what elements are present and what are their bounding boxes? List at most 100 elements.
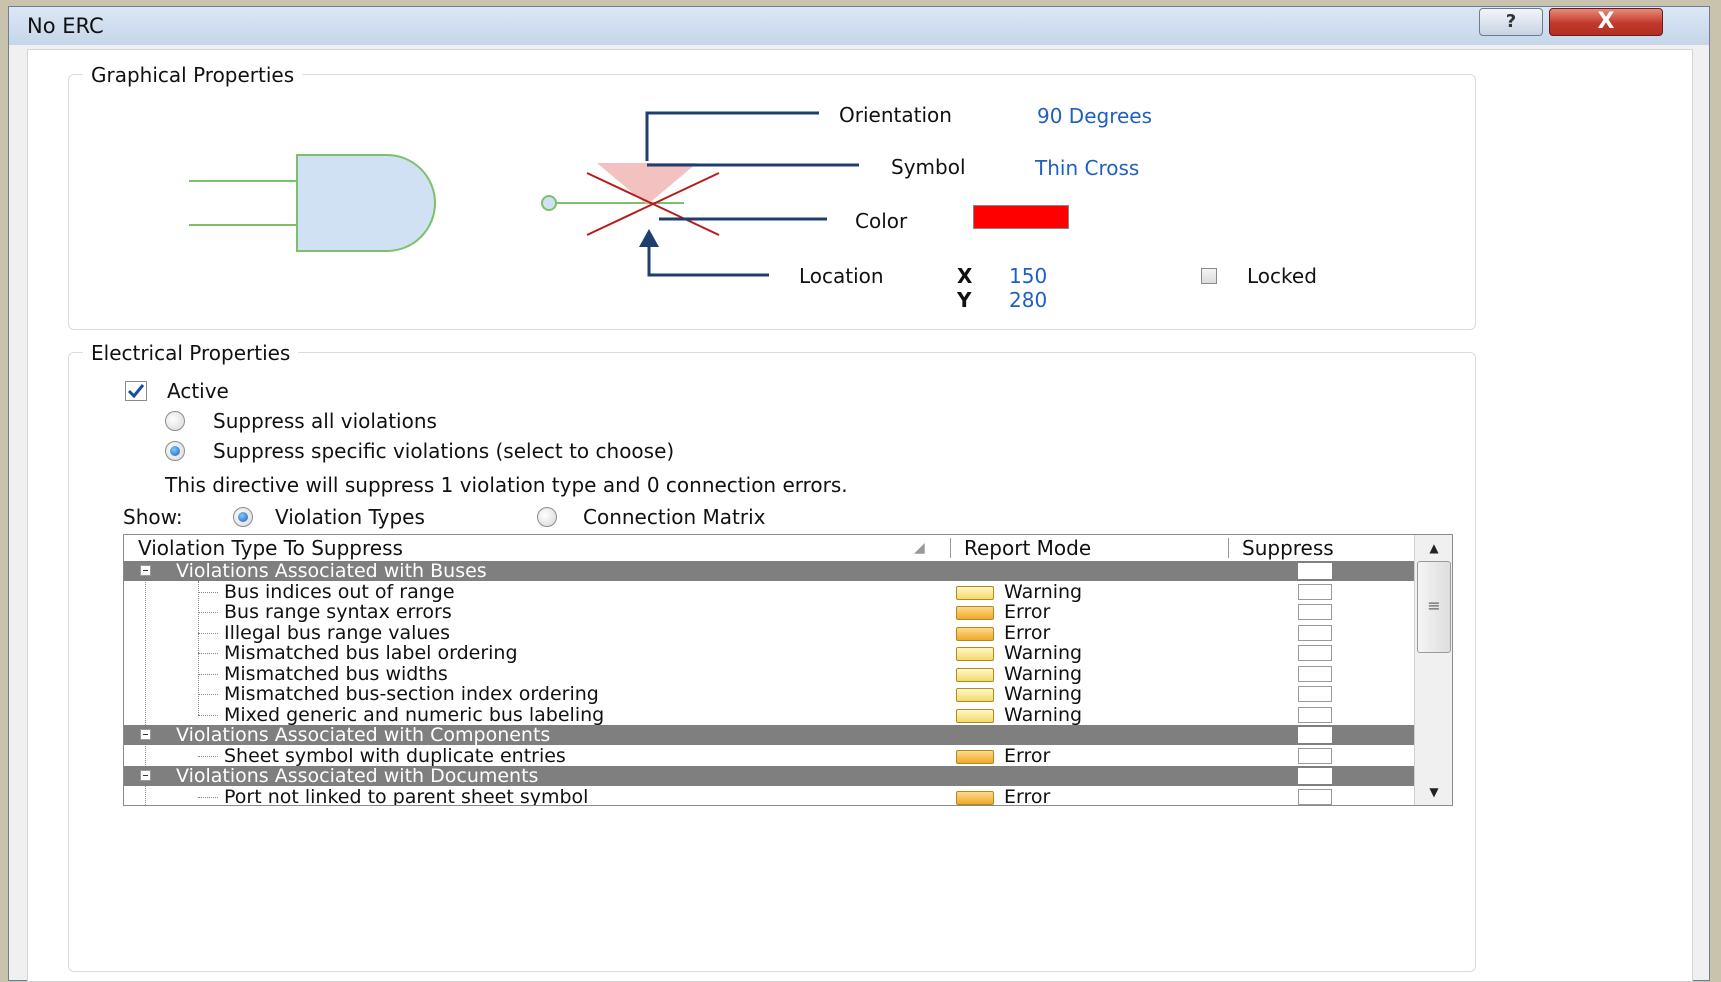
violation-type-label: Bus indices out of range — [224, 580, 455, 603]
suppress-checkbox[interactable] — [1298, 686, 1332, 702]
column-header-suppress[interactable]: Suppress — [1242, 535, 1334, 561]
group-suppress-checkbox[interactable] — [1298, 768, 1332, 784]
window-title: No ERC — [27, 14, 104, 38]
violation-row[interactable]: Mixed generic and numeric bus labeling Wa… — [124, 705, 1414, 725]
folder-icon — [956, 647, 994, 661]
column-header-violation-type[interactable]: Violation Type To Suppress — [138, 535, 403, 561]
locked-checkbox[interactable] — [1201, 268, 1217, 284]
location-y-value[interactable]: 280 — [1009, 288, 1047, 312]
suppress-checkbox[interactable] — [1298, 624, 1332, 641]
checkmark-icon — [127, 384, 145, 399]
show-violation-types-radio[interactable] — [233, 507, 253, 527]
folder-icon — [956, 749, 994, 764]
violation-type-label: Mismatched bus widths — [224, 662, 448, 685]
folder-icon — [956, 585, 994, 600]
report-mode-value[interactable]: Warning — [1004, 684, 1082, 704]
scroll-thumb[interactable]: ≡ — [1417, 561, 1451, 653]
violation-row[interactable]: Bus indices out of range Warning — [124, 582, 1414, 602]
folder-icon — [956, 606, 994, 620]
violation-row[interactable]: Mismatched bus label ordering Warning — [124, 643, 1414, 663]
violation-type-label: Mismatched bus label ordering — [224, 642, 518, 664]
color-label: Color — [855, 209, 908, 233]
group-label: Violations Associated with Documents — [176, 765, 539, 787]
suppress-all-radio[interactable] — [165, 411, 185, 431]
violation-group-row[interactable]: Violations Associated with Components — [124, 725, 1414, 745]
color-swatch[interactable] — [973, 205, 1069, 229]
no-erc-diagram — [189, 111, 859, 277]
show-violation-types-label: Violation Types — [275, 505, 425, 529]
suppress-checkbox[interactable] — [1298, 645, 1332, 661]
collapse-icon[interactable] — [140, 565, 151, 576]
orientation-label: Orientation — [839, 103, 952, 127]
report-mode-value[interactable]: Error — [1004, 602, 1050, 622]
symbol-label: Symbol — [891, 155, 966, 179]
electrical-properties-title: Electrical Properties — [83, 341, 299, 365]
violation-row[interactable]: Bus range syntax errors Error — [124, 602, 1414, 622]
violation-type-label: Illegal bus range values — [224, 621, 450, 644]
vertical-scrollbar[interactable]: ▲ ≡ ▼ — [1414, 535, 1452, 805]
active-checkbox[interactable] — [125, 381, 147, 401]
report-mode-value[interactable]: Warning — [1004, 664, 1082, 684]
active-label: Active — [167, 379, 229, 403]
table-header: Violation Type To Suppress ◢ Report Mode… — [124, 535, 1414, 562]
dialog-window: No ERC ? X Graphical Properties Orientat… — [8, 6, 1710, 982]
column-header-report-mode[interactable]: Report Mode — [964, 535, 1091, 561]
show-connection-matrix-label: Connection Matrix — [583, 505, 766, 529]
scroll-up-icon[interactable]: ▲ — [1415, 535, 1452, 561]
help-button[interactable]: ? — [1479, 8, 1543, 36]
group-suppress-checkbox[interactable] — [1298, 727, 1332, 743]
violation-group-row[interactable]: Violations Associated with Documents — [124, 766, 1414, 786]
title-bar[interactable]: No ERC ? X — [9, 7, 1709, 45]
violation-type-label: Bus range syntax errors — [224, 601, 452, 623]
violation-type-label: Mixed generic and numeric bus labeling — [224, 703, 605, 726]
suppress-all-label: Suppress all violations — [213, 409, 437, 433]
group-label: Violations Associated with Components — [176, 724, 551, 746]
violation-group-row[interactable]: Violations Associated with Buses — [124, 561, 1414, 581]
folder-icon — [956, 667, 994, 682]
report-mode-value[interactable]: Warning — [1004, 643, 1082, 663]
folder-icon — [956, 708, 994, 723]
folder-icon — [956, 688, 994, 702]
graphical-properties-group: Graphical Properties Orientation 90 Degr… — [68, 63, 1476, 330]
report-mode-value[interactable]: Error — [1004, 623, 1050, 643]
suppress-checkbox[interactable] — [1298, 788, 1332, 805]
locked-label: Locked — [1247, 264, 1317, 288]
suppress-checkbox[interactable] — [1298, 604, 1332, 620]
suppress-specific-radio[interactable] — [165, 441, 185, 461]
violation-row[interactable]: Sheet symbol with duplicate entries Error — [124, 746, 1414, 766]
location-label: Location — [799, 264, 884, 288]
suppress-checkbox[interactable] — [1298, 583, 1332, 600]
collapse-icon[interactable] — [140, 770, 151, 781]
scroll-down-icon[interactable]: ▼ — [1415, 779, 1452, 805]
dialog-content: Graphical Properties Orientation 90 Degr… — [27, 49, 1693, 982]
violation-row[interactable]: Illegal bus range values Error — [124, 623, 1414, 643]
violation-type-label: Sheet symbol with duplicate entries — [224, 744, 566, 767]
suppress-checkbox[interactable] — [1298, 706, 1332, 723]
suppress-specific-label: Suppress specific violations (select to … — [213, 439, 675, 463]
folder-icon — [956, 626, 994, 641]
sort-arrow-icon: ◢ — [914, 540, 925, 556]
close-button[interactable]: X — [1549, 8, 1663, 36]
suppress-checkbox[interactable] — [1298, 665, 1332, 682]
folder-icon — [956, 790, 994, 805]
group-suppress-checkbox[interactable] — [1298, 563, 1332, 579]
collapse-icon[interactable] — [140, 729, 151, 740]
violation-type-label: Port not linked to parent sheet symbol — [224, 785, 589, 806]
location-y-label: Y — [957, 288, 972, 312]
location-x-label: X — [957, 264, 973, 288]
report-mode-value[interactable]: Warning — [1004, 582, 1082, 602]
suppress-checkbox[interactable] — [1298, 747, 1332, 764]
orientation-value[interactable]: 90 Degrees — [1037, 104, 1152, 128]
violation-type-label: Mismatched bus-section index ordering — [224, 683, 599, 705]
report-mode-value[interactable]: Error — [1004, 787, 1050, 806]
location-x-value[interactable]: 150 — [1009, 264, 1047, 288]
report-mode-value[interactable]: Warning — [1004, 705, 1082, 725]
violation-row[interactable]: Mismatched bus widths Warning — [124, 664, 1414, 684]
suppress-summary: This directive will suppress 1 violation… — [165, 473, 848, 497]
violation-row[interactable]: Mismatched bus-section index ordering War… — [124, 684, 1414, 704]
show-connection-matrix-radio[interactable] — [537, 507, 557, 527]
report-mode-value[interactable]: Error — [1004, 746, 1050, 766]
violation-row[interactable]: Port not linked to parent sheet symbol Er… — [124, 785, 1414, 806]
symbol-value[interactable]: Thin Cross — [1035, 156, 1139, 180]
show-label: Show: — [123, 505, 183, 529]
